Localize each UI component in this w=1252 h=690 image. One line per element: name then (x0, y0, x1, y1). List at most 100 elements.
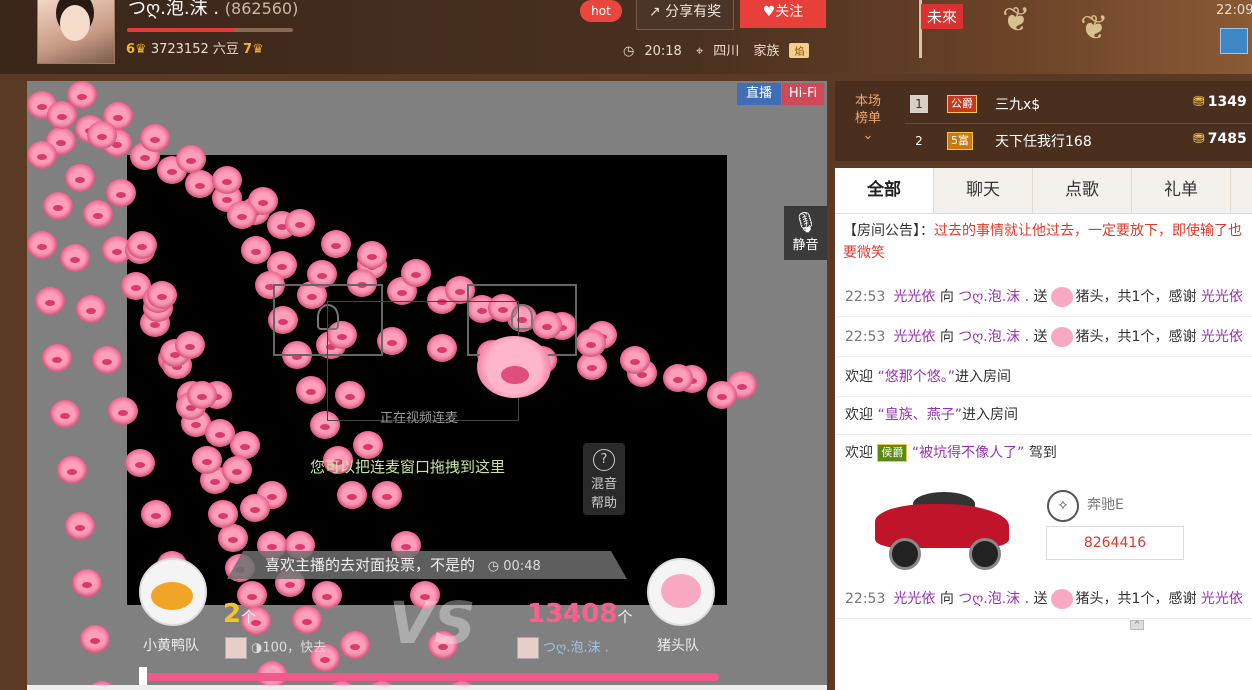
tab-gift-list[interactable]: 礼单 (1132, 168, 1231, 213)
rank-score: ⛃ 1349 (1193, 94, 1247, 110)
user-name[interactable]: “悠那个悠。” (877, 369, 955, 385)
vote-question-bar: 喜欢主播的去对面投票，不是的 ◷ 00:48 (227, 551, 627, 579)
pig-particle-icon (619, 346, 650, 374)
pig-icon (661, 574, 701, 608)
pig-gift-icon (1050, 589, 1073, 609)
pig-particle-icon (284, 208, 315, 237)
tab-chat[interactable]: 聊天 (934, 168, 1033, 213)
share-icon: ↗ (648, 4, 661, 20)
host-stats: 6♛ 3723152 六豆 7♛ (126, 38, 264, 57)
mercedes-logo-icon: ✧ (1047, 490, 1079, 522)
pig-particle-icon (222, 456, 252, 484)
gift-message: 22:53 光光依 向 つღ.泡.沫 . 送猪头，共1个，感谢 光光依 (835, 580, 1252, 619)
welcome-message: 欢迎 “悠那个悠。”进入房间 (835, 358, 1252, 397)
pig-particle-icon (372, 481, 402, 509)
team-left-count: 2个 (223, 599, 257, 629)
pig-particle-icon (79, 624, 110, 653)
team-left-name: 小黄鸭队 (143, 638, 199, 654)
host-avatar[interactable] (37, 0, 115, 64)
pig-particle-icon (357, 241, 387, 269)
pig-particle-icon (663, 363, 694, 392)
drag-hint: 您可以把连麦窗口拖拽到这里 (310, 458, 506, 476)
pig-particle-icon (212, 166, 242, 194)
team-left-top-supporter[interactable]: ◑100，快去 (225, 637, 326, 659)
coin-icon: ⛃ (1193, 131, 1205, 147)
tab-song-request[interactable]: 点歌 (1033, 168, 1132, 213)
microphone-icon: 🎙 (792, 210, 819, 234)
rank-row[interactable]: 1 公爵 三九x$ ⛃ 1349 (905, 87, 1252, 121)
user-name[interactable]: “皇族、燕子” (877, 407, 962, 423)
tab-all[interactable]: 全部 (835, 168, 934, 213)
pig-particle-icon (192, 446, 222, 474)
hot-badge[interactable]: hot (580, 0, 622, 22)
gift-message: 22:53 光光依 向 つღ.泡.沫 . 送猪头，共1个，感谢 光光依 (835, 318, 1252, 357)
vote-question: 喜欢主播的去对面投票，不是的 (265, 556, 476, 574)
vs-label: VS (389, 589, 476, 657)
pig-particle-icon (72, 568, 102, 597)
team-left-avatar[interactable] (139, 558, 207, 626)
car-plate: 8264416 (1046, 526, 1184, 560)
duck-icon (151, 582, 193, 610)
pig-particle-icon (75, 294, 106, 323)
follow-button[interactable]: ♥关注 (740, 0, 826, 28)
sender-name[interactable]: 光光依 (893, 289, 935, 305)
pig-particle-icon (140, 499, 171, 528)
sender-name[interactable]: 光光依 (893, 329, 935, 345)
rank-title[interactable]: 本场 榜单 ⌄ (845, 93, 891, 144)
family-badge[interactable]: 焰 (789, 43, 810, 58)
level-left: 6♛ (126, 42, 147, 57)
welcome-message: 欢迎 侯爵 “被坑得不像人了” 驾到 (845, 444, 1057, 462)
room-notice: 【房间公告】：过去的事情就让他过去，一定要放下，即使输了也要微笑 (843, 220, 1252, 264)
pig-particle-icon (27, 141, 57, 169)
butterfly-icon: ❦ (1080, 8, 1109, 48)
team-right-top-supporter[interactable]: つღ.泡.沫 . (517, 637, 609, 659)
system-clock: 22:09 (1216, 3, 1252, 18)
pig-particle-icon (139, 123, 170, 152)
pig-particle-icon (400, 258, 431, 287)
video-stage[interactable]: 正在视频连麦 您可以把连麦窗口拖拽到这里 直播 Hi-Fi 🎙 静音 ? 混音帮… (27, 81, 827, 690)
receiver-name[interactable]: つღ.泡.沫 . (958, 289, 1029, 305)
pig-particle-icon (204, 418, 235, 447)
level-right: 7♛ (243, 42, 264, 57)
heart-icon: ♥ (762, 4, 776, 20)
team-right-avatar[interactable] (647, 558, 715, 626)
pig-particle-icon (124, 448, 155, 477)
pig-particle-icon (239, 493, 270, 522)
hifi-tag[interactable]: Hi-Fi (782, 83, 824, 105)
host-name[interactable]: つღ.泡.沫 . (862560) (128, 0, 298, 20)
pig-particle-icon (339, 631, 370, 659)
avatar (517, 637, 539, 659)
rank-row[interactable]: 2 5富 天下任我行168 ⛃ 7485 (905, 123, 1252, 158)
app-icon[interactable] (1220, 28, 1248, 54)
live-tag[interactable]: 直播 (737, 83, 781, 105)
pig-particle-icon (184, 169, 215, 198)
pig-particle-icon (295, 376, 326, 404)
pig-particle-icon (67, 81, 97, 109)
team-right-count: 13408个 (527, 599, 633, 629)
pig-particle-icon (240, 236, 271, 264)
mix-help-button[interactable]: ? 混音 帮助 (583, 443, 625, 515)
pig-particle-icon (34, 287, 65, 316)
pig-particle-icon (575, 328, 606, 357)
beans-count: 3723152 六豆 (150, 42, 239, 57)
pig-particle-icon (64, 163, 95, 192)
receiver-name[interactable]: つღ.泡.沫 . (958, 329, 1029, 345)
pig-particle-icon (174, 331, 205, 359)
pig-particle-icon (292, 606, 322, 634)
scroll-up-button[interactable]: ^ (1130, 620, 1144, 630)
vote-progress-left (139, 667, 147, 687)
receiver-name[interactable]: つღ.泡.沫 . (958, 591, 1029, 607)
pig-particle-icon (42, 343, 72, 372)
share-button[interactable]: ↗ 分享有奖 (636, 0, 734, 30)
pig-particle-icon (312, 581, 342, 609)
sender-name[interactable]: 光光依 (893, 591, 935, 607)
user-name[interactable]: “被坑得不像人了” (912, 445, 1025, 461)
pig-particle-icon (27, 231, 57, 259)
pig-particle-icon (49, 399, 80, 428)
pig-particle-icon (83, 199, 114, 228)
mute-button[interactable]: 🎙 静音 (784, 206, 827, 260)
pig-particle-icon (227, 201, 257, 229)
rank-user-name: 三九x$ (995, 97, 1041, 113)
chat-panel: 全部 聊天 点歌 礼单 【房间公告】：过去的事情就让他过去，一定要放下，即使输了… (835, 168, 1252, 690)
pig-particle-icon (320, 229, 351, 258)
